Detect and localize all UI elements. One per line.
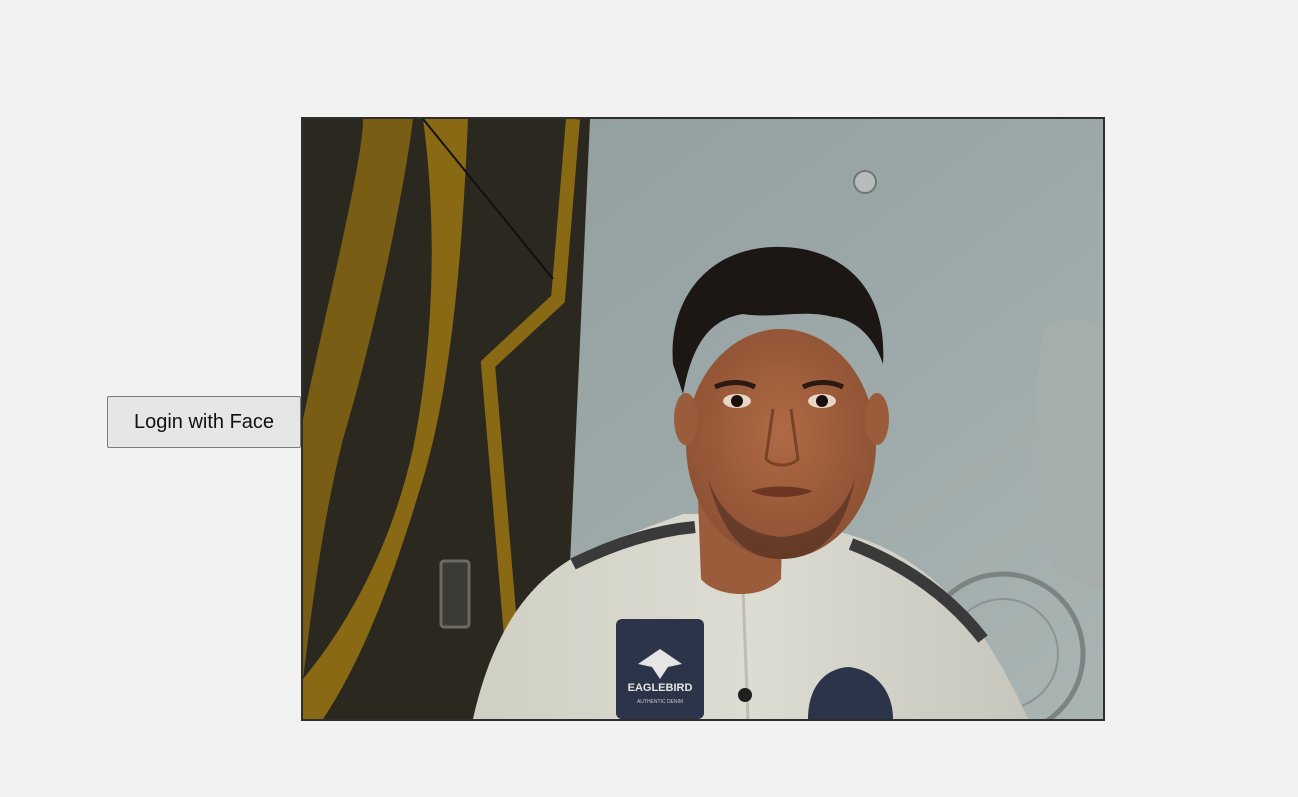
face <box>686 329 876 559</box>
page: Login with Face EAGLEBIRD AUTHENTIC DENI… <box>0 0 1298 797</box>
door-handle <box>439 559 471 629</box>
badge-text: EAGLEBIRD <box>628 682 693 694</box>
shirt-button <box>738 688 752 702</box>
webcam-video-feed: EAGLEBIRD AUTHENTIC DENIM <box>301 117 1105 721</box>
hanging-cloth <box>1033 319 1103 589</box>
webcam-frame-image: EAGLEBIRD AUTHENTIC DENIM <box>303 119 1103 719</box>
login-with-face-button[interactable]: Login with Face <box>107 396 301 448</box>
badge-subtext: AUTHENTIC DENIM <box>637 699 683 705</box>
wall-hook <box>853 170 877 194</box>
